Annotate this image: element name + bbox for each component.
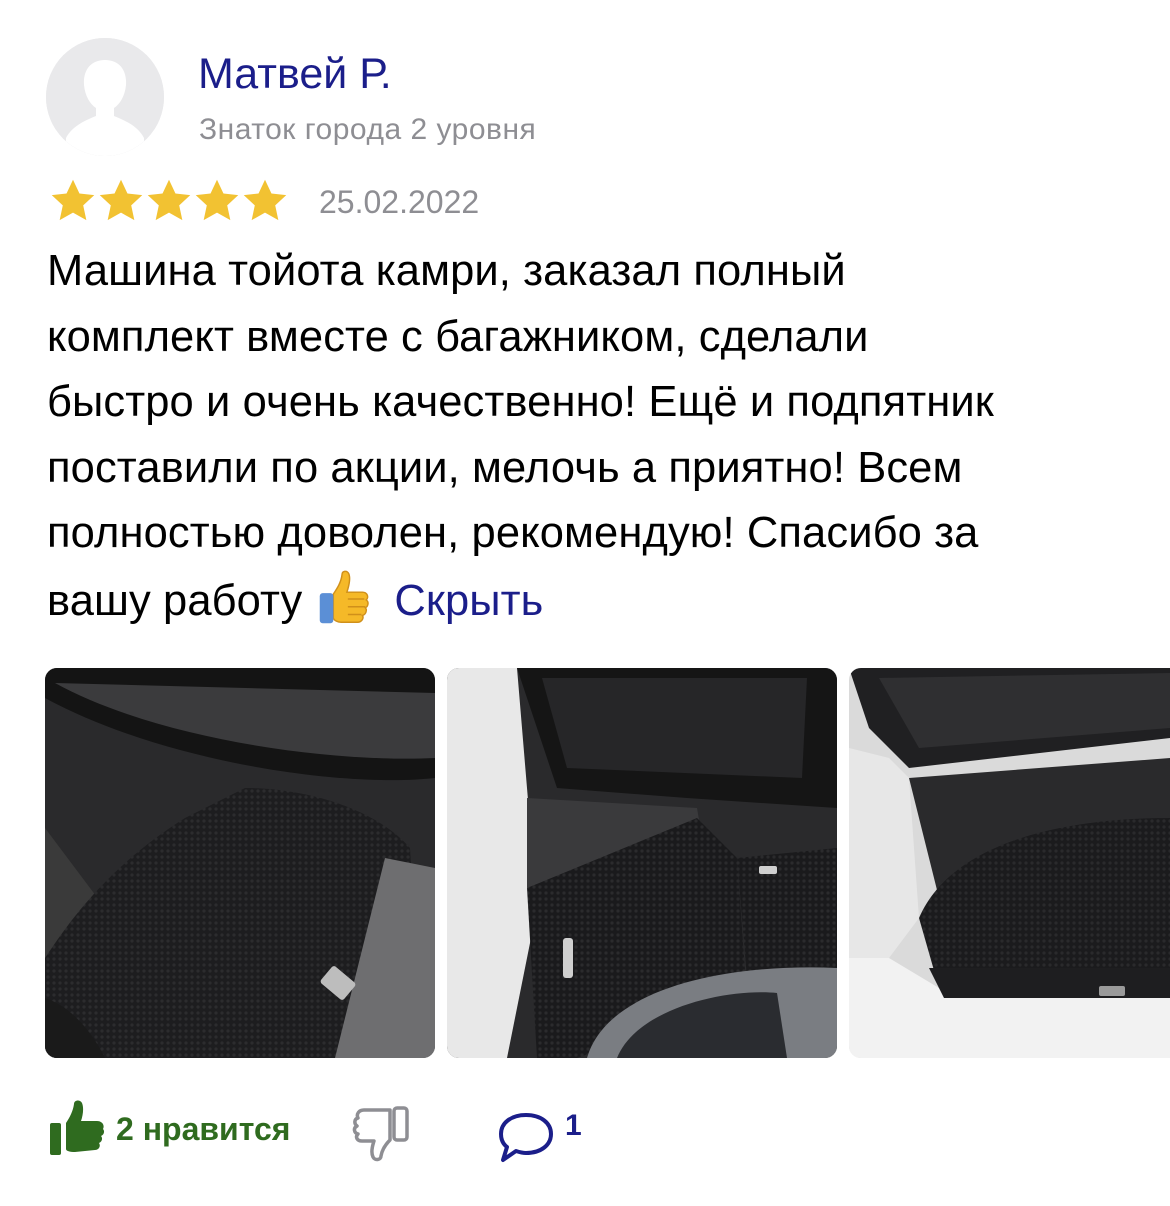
comment-count: 1 xyxy=(565,1109,582,1142)
thumbs-up-icon xyxy=(50,1100,105,1155)
dislike-button[interactable] xyxy=(350,1105,412,1163)
review-line: Машина тойота камри, заказал полный xyxy=(47,247,846,295)
star-icon xyxy=(243,179,287,221)
hide-link[interactable]: Скрыть xyxy=(394,577,543,625)
speech-bubble-icon xyxy=(499,1113,553,1162)
review-photo-3[interactable] xyxy=(849,668,1170,1058)
rating-stars xyxy=(48,176,288,226)
like-count: 2 нравится xyxy=(116,1110,291,1147)
author-name[interactable]: Матвей Р. xyxy=(198,50,392,99)
author-level: Знаток города 2 уровня xyxy=(199,113,537,146)
thumbs-down-icon xyxy=(352,1106,409,1162)
like-button[interactable]: 2 нравится xyxy=(48,1099,290,1159)
comment-button[interactable]: 1 xyxy=(497,1109,582,1165)
review-date: 25.02.2022 xyxy=(319,184,480,220)
review-line: вашу работу xyxy=(47,576,303,625)
review-photo-1[interactable] xyxy=(45,668,435,1058)
car-trunk-mat-photo-icon xyxy=(849,668,1170,1058)
car-floor-mat-photo-icon xyxy=(45,668,435,1058)
review-text: Машина тойота камри, заказал полный комп… xyxy=(47,239,1157,634)
review-photo-2[interactable] xyxy=(447,668,837,1058)
star-icon xyxy=(195,179,239,221)
review-last-line: вашу работу Скрыть xyxy=(47,567,1157,635)
review-actions: 2 нравится 1 xyxy=(0,1095,1170,1165)
user-silhouette-icon xyxy=(46,38,164,156)
avatar[interactable] xyxy=(46,38,164,156)
star-icon xyxy=(147,179,191,221)
review-line: полностью доволен, рекомендую! Спасибо з… xyxy=(47,509,979,557)
review-line: поставили по акции, мелочь а приятно! Вс… xyxy=(47,443,963,492)
review-line: быстро и очень качественно! Ещё и подпят… xyxy=(47,378,994,426)
review-line: комплект вместе с багажником, сделали xyxy=(47,312,869,361)
star-icon xyxy=(99,179,143,221)
star-icon xyxy=(51,179,95,221)
thumbs-up-emoji-icon xyxy=(320,570,370,623)
car-rear-floor-mat-photo-icon xyxy=(447,668,837,1058)
